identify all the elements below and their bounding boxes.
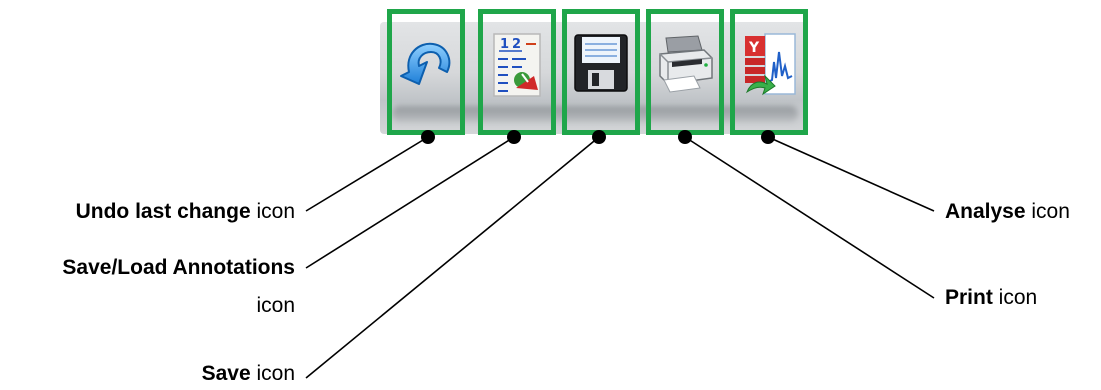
annotations-label-suffix: icon <box>256 294 295 317</box>
undo-label-name: Undo last change <box>75 200 251 223</box>
analyse-button[interactable]: Y <box>730 9 808 135</box>
floppy-disk-icon <box>574 34 628 92</box>
print-label: Print icon <box>945 282 1037 314</box>
svg-text:1: 1 <box>500 37 509 52</box>
print-label-suffix: icon <box>992 286 1038 309</box>
printer-icon <box>659 35 713 93</box>
save-button[interactable] <box>562 9 640 135</box>
annotations-label: Save/Load Annotations <box>62 252 295 284</box>
analyse-label-name: Analyse <box>945 200 1026 223</box>
print-button[interactable] <box>646 9 724 135</box>
undo-button[interactable] <box>387 9 465 135</box>
save-label: Save icon <box>202 358 295 390</box>
analyse-icon: Y <box>745 33 796 96</box>
annotations-label-name: Save/Load Annotations <box>62 256 295 279</box>
undo-label-suffix: icon <box>250 200 295 223</box>
print-label-name: Print <box>945 286 993 309</box>
undo-icon <box>400 42 451 85</box>
analyse-label-suffix: icon <box>1025 200 1070 223</box>
annotations-label-line2: icon <box>256 290 295 322</box>
annotations-button[interactable]: 1 2 <box>478 9 556 135</box>
undo-label: Undo last change icon <box>76 196 295 228</box>
svg-text:2: 2 <box>512 37 521 52</box>
analyse-label: Analyse icon <box>945 196 1070 228</box>
annotations-icon: 1 2 <box>493 33 541 97</box>
svg-text:Y: Y <box>748 40 760 56</box>
